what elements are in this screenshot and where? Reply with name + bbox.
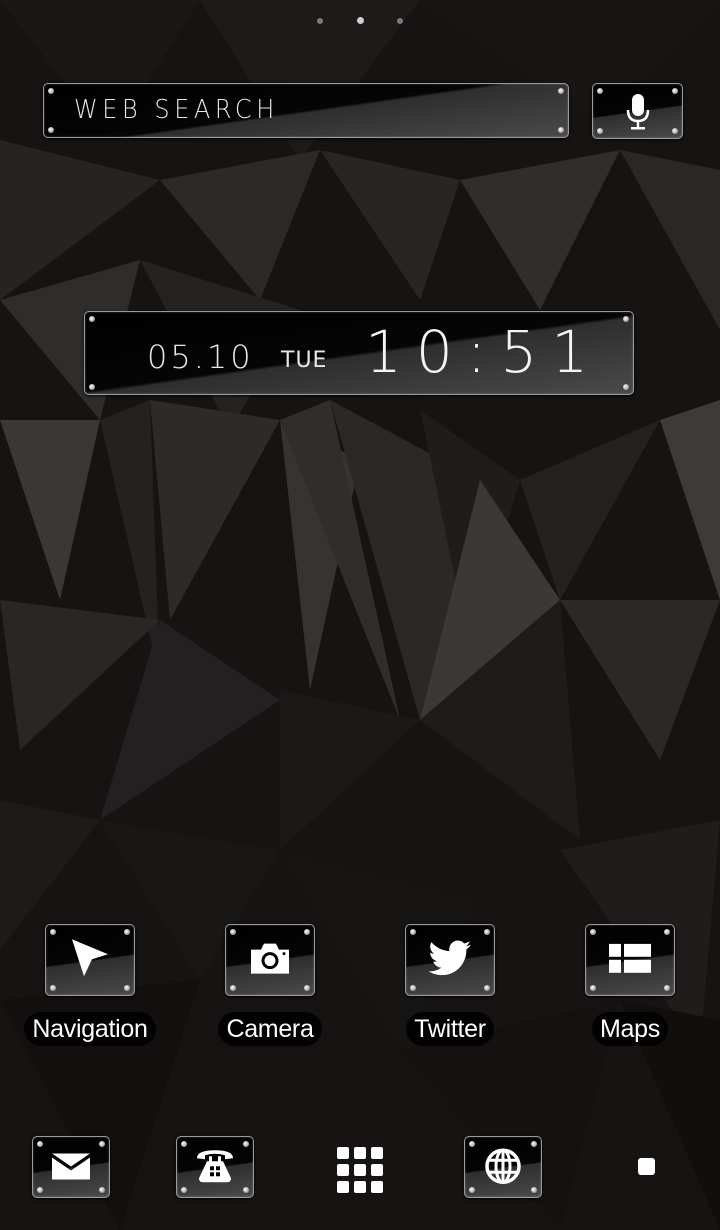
app-drawer-button[interactable] [335,1145,385,1195]
screw-decoration [623,384,629,390]
screw-decoration [558,88,564,94]
dock-phone-button[interactable] [176,1136,254,1198]
screw-decoration [410,929,416,935]
app-maps[interactable]: Maps [555,924,705,1046]
screw-decoration [37,1187,43,1193]
telephone-icon [197,1150,233,1183]
app-label: Maps [592,1012,668,1046]
screw-decoration [597,128,603,134]
page-indicator [0,10,720,24]
screw-decoration [181,1141,187,1147]
grid-icon [337,1147,383,1193]
voice-search-button[interactable] [592,83,683,139]
screw-decoration [590,929,596,935]
screw-decoration [230,985,236,991]
screw-decoration [37,1141,43,1147]
search-label: WEB SEARCH [74,95,279,125]
screw-decoration [124,929,130,935]
screw-decoration [672,88,678,94]
screw-decoration [558,127,564,133]
screw-decoration [590,985,596,991]
screw-decoration [664,985,670,991]
screw-decoration [531,1141,537,1147]
web-search-bar[interactable]: WEB SEARCH [43,83,569,138]
screw-decoration [99,1187,105,1193]
screw-decoration [623,316,629,322]
screw-decoration [243,1141,249,1147]
screw-decoration [89,316,95,322]
screw-decoration [89,384,95,390]
screw-decoration [50,929,56,935]
screw-decoration [304,929,310,935]
app-navigation[interactable]: Navigation [15,924,165,1046]
clock-date: 05.10 [147,338,254,376]
page-dot[interactable] [396,17,403,24]
app-icon-plate[interactable] [45,924,135,996]
app-label: Twitter [406,1012,494,1046]
screw-decoration [484,985,490,991]
page-dot-active[interactable] [356,17,364,24]
screw-decoration [484,929,490,935]
app-label: Camera [218,1012,322,1046]
page-dot[interactable] [317,17,324,24]
screw-decoration [181,1187,187,1193]
app-icon-plate[interactable] [405,924,495,996]
app-twitter[interactable]: Twitter [375,924,525,1046]
navigation-arrow-icon [72,939,108,977]
app-icon-plate[interactable] [225,924,315,996]
screw-decoration [124,985,130,991]
app-label: Navigation [24,1012,156,1046]
dock-browser-button[interactable] [464,1136,542,1198]
screw-decoration [664,929,670,935]
clock-time: 10:51 [365,318,603,386]
app-icon-plate[interactable] [585,924,675,996]
app-camera[interactable]: Camera [195,924,345,1046]
clock-day-of-week: TUE [281,348,328,373]
screw-decoration [410,985,416,991]
screw-decoration [243,1187,249,1193]
camera-icon [251,943,289,974]
mic-icon [626,94,650,130]
screw-decoration [50,985,56,991]
screw-decoration [597,88,603,94]
screw-decoration [469,1187,475,1193]
envelope-icon [52,1153,90,1180]
screw-decoration [99,1141,105,1147]
screw-decoration [469,1141,475,1147]
maps-grid-icon [609,943,651,973]
screw-decoration [304,985,310,991]
screw-decoration [48,88,54,94]
screw-decoration [230,929,236,935]
screw-decoration [48,127,54,133]
dock-mail-button[interactable] [32,1136,110,1198]
globe-icon [485,1148,521,1184]
screw-decoration [531,1187,537,1193]
twitter-bird-icon [428,940,471,976]
screw-decoration [672,128,678,134]
recents-square-icon[interactable] [638,1158,655,1175]
clock-widget[interactable]: 05.10 TUE 10:51 [84,311,634,395]
